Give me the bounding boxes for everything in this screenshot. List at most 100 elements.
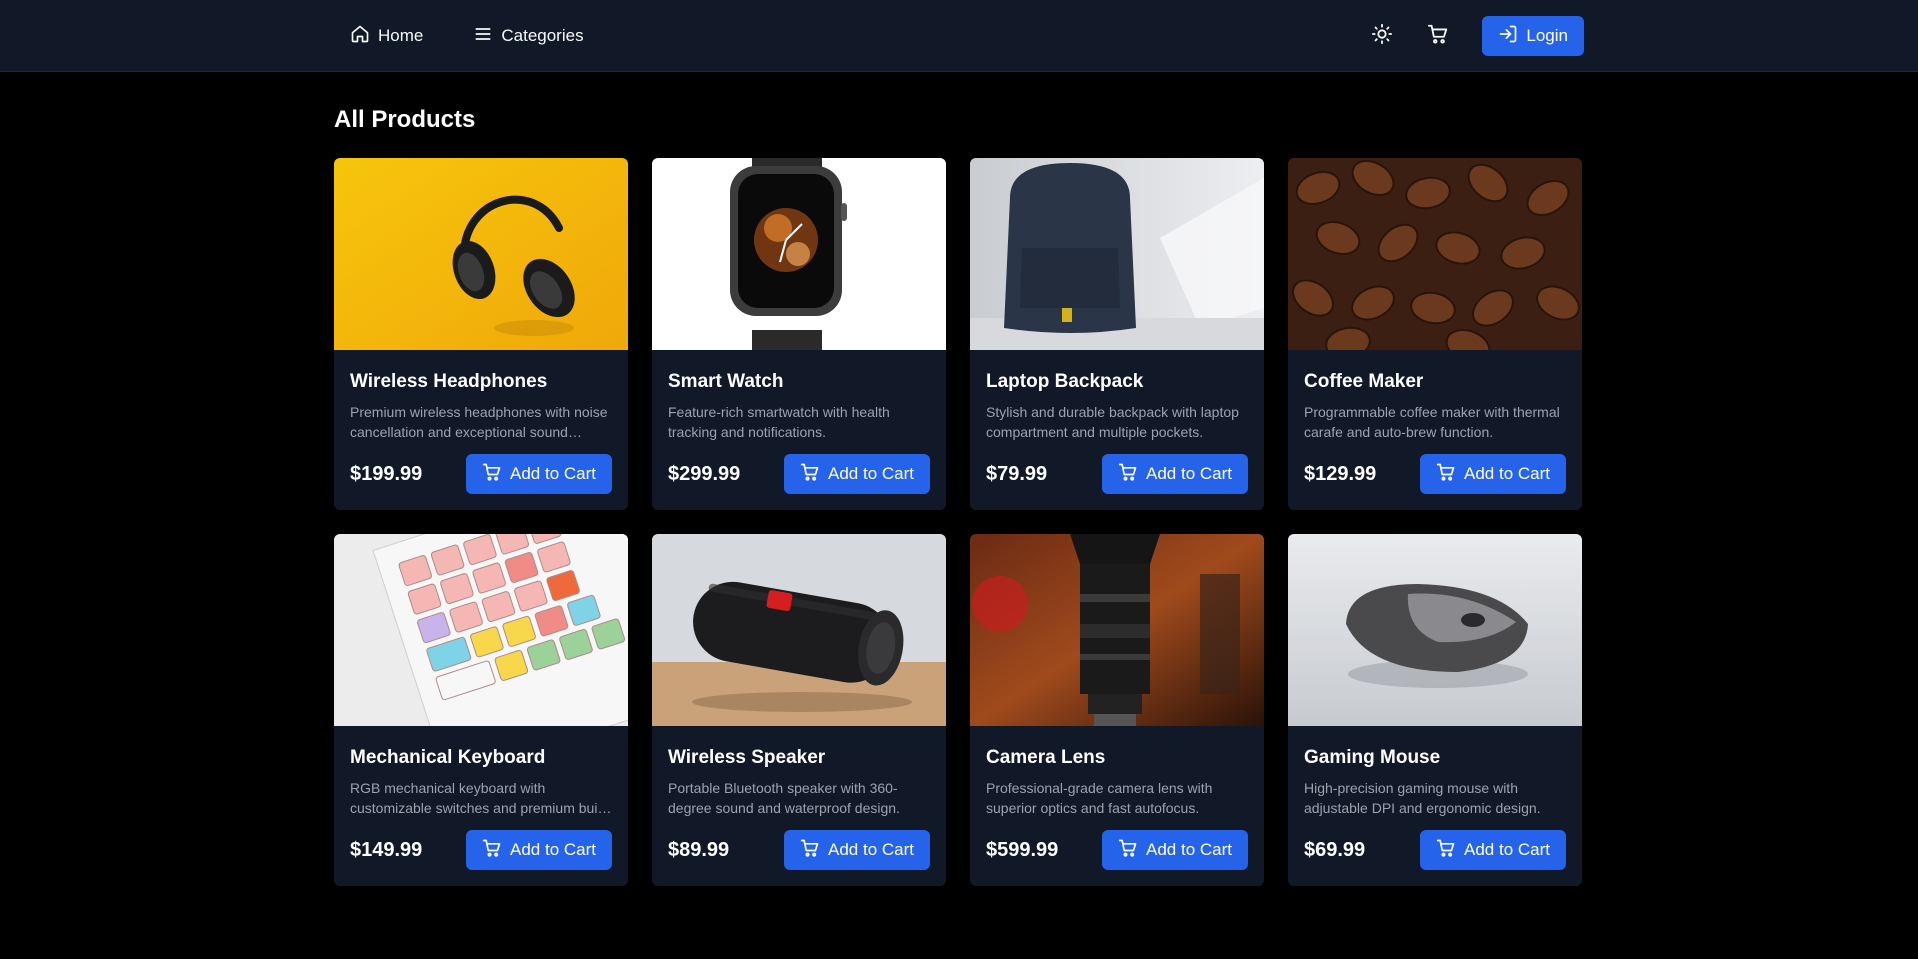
card-body: Laptop Backpack Stylish and durable back… [970,370,1264,442]
product-card[interactable]: Mechanical Keyboard RGB mechanical keybo… [334,534,628,886]
card-footer: $599.99 Add to Cart [986,830,1248,870]
add-to-cart-label: Add to Cart [510,840,596,859]
login-label: Login [1526,26,1568,45]
product-name: Mechanical Keyboard [350,747,546,768]
product-description: Portable Bluetooth speaker with 360-degr… [668,780,900,816]
login-button[interactable]: Login [1482,16,1584,56]
product-name: Camera Lens [986,747,1106,768]
product-card[interactable]: Coffee Maker Programmable coffee maker w… [1288,158,1582,510]
top-navbar: Home Categories Login [0,0,1918,72]
add-to-cart-button[interactable]: Add to Cart [1420,830,1566,870]
product-description: Premium wireless headphones with noise c… [350,404,608,440]
product-card[interactable]: Gaming Mouse High-precision gaming mouse… [1288,534,1582,886]
login-icon [1498,24,1518,49]
product-image-headphones[interactable] [334,158,628,350]
add-to-cart-button[interactable]: Add to Cart [784,830,930,870]
nav-right-group: Login [1362,16,1584,56]
product-card[interactable]: Laptop Backpack Stylish and durable back… [970,158,1264,510]
product-name: Coffee Maker [1304,371,1424,392]
navbar-inner: Home Categories Login [334,0,1584,72]
product-card[interactable]: Wireless Speaker Portable Bluetooth spea… [652,534,946,886]
cart-icon [1118,838,1138,863]
add-to-cart-button[interactable]: Add to Cart [1102,830,1248,870]
product-image-coffee[interactable] [1288,158,1582,350]
product-grid: Wireless Headphones Premium wireless hea… [334,158,1584,886]
sun-icon [1371,23,1393,50]
product-price: $149.99 [350,838,423,861]
product-price: $79.99 [986,462,1048,485]
nav-home-label: Home [378,26,424,45]
main-content: All Products Wireless Headphones Premium… [334,104,1584,886]
nav-categories-label: Categories [501,26,584,45]
card-body: Coffee Maker Programmable coffee maker w… [1288,370,1582,442]
product-image-lens[interactable] [970,534,1264,726]
product-name: Gaming Mouse [1304,747,1441,768]
cart-icon [800,838,820,863]
add-to-cart-button[interactable]: Add to Cart [784,454,930,494]
card-footer: $79.99 Add to Cart [986,454,1248,494]
add-to-cart-button[interactable]: Add to Cart [466,454,612,494]
add-to-cart-label: Add to Cart [1464,840,1550,859]
product-description: Stylish and durable backpack with laptop… [986,404,1239,440]
nav-left-group: Home Categories [334,16,600,56]
card-body: Mechanical Keyboard RGB mechanical keybo… [334,746,628,818]
product-name: Wireless Speaker [668,747,826,768]
theme-toggle-button[interactable] [1362,16,1402,56]
page-title: All Products [334,106,476,133]
product-price: $69.99 [1304,838,1366,861]
product-description: Professional-grade camera lens with supe… [986,780,1213,816]
add-to-cart-label: Add to Cart [1464,464,1550,483]
product-name: Laptop Backpack [986,371,1144,392]
add-to-cart-label: Add to Cart [828,840,914,859]
menu-icon [473,24,493,49]
cart-icon [482,838,502,863]
nav-categories-link[interactable]: Categories [457,16,599,56]
add-to-cart-button[interactable]: Add to Cart [1420,454,1566,494]
add-to-cart-label: Add to Cart [1146,840,1232,859]
product-card[interactable]: Smart Watch Feature-rich smartwatch with… [652,158,946,510]
add-to-cart-label: Add to Cart [1146,464,1232,483]
add-to-cart-button[interactable]: Add to Cart [1102,454,1248,494]
card-footer: $149.99 Add to Cart [350,830,612,870]
card-footer: $69.99 Add to Cart [1304,830,1566,870]
product-image-keyboard[interactable] [334,534,628,726]
cart-button[interactable] [1418,16,1458,56]
product-price: $199.99 [350,462,423,485]
card-body: Gaming Mouse High-precision gaming mouse… [1288,746,1582,818]
product-price: $299.99 [668,462,741,485]
product-image-backpack[interactable] [970,158,1264,350]
cart-icon [1436,462,1456,487]
product-card[interactable]: Camera Lens Professional-grade camera le… [970,534,1264,886]
card-body: Wireless Speaker Portable Bluetooth spea… [652,746,946,818]
product-description: Feature-rich smartwatch with health trac… [668,404,890,440]
cart-icon [1436,838,1456,863]
add-to-cart-button[interactable]: Add to Cart [466,830,612,870]
product-image-speaker[interactable] [652,534,946,726]
product-image-watch[interactable] [652,158,946,350]
product-description: High-precision gaming mouse with adjusta… [1304,780,1541,816]
cart-icon [1118,462,1138,487]
product-description: RGB mechanical keyboard with customizabl… [350,780,609,816]
card-footer: $129.99 Add to Cart [1304,454,1566,494]
product-name: Smart Watch [668,371,784,392]
cart-icon [482,462,502,487]
add-to-cart-label: Add to Cart [510,464,596,483]
cart-icon [1427,23,1449,50]
card-body: Camera Lens Professional-grade camera le… [970,746,1264,818]
product-price: $129.99 [1304,462,1377,485]
product-image-mouse[interactable] [1288,534,1582,726]
cart-icon [800,462,820,487]
home-icon [350,24,370,49]
product-price: $599.99 [986,838,1059,861]
product-price: $89.99 [668,838,730,861]
nav-home-link[interactable]: Home [334,16,439,56]
product-name: Wireless Headphones [350,371,548,392]
card-body: Wireless Headphones Premium wireless hea… [334,370,628,442]
card-footer: $89.99 Add to Cart [668,830,930,870]
card-body: Smart Watch Feature-rich smartwatch with… [652,370,946,442]
product-description: Programmable coffee maker with thermal c… [1304,404,1560,440]
card-footer: $299.99 Add to Cart [668,454,930,494]
card-footer: $199.99 Add to Cart [350,454,612,494]
add-to-cart-label: Add to Cart [828,464,914,483]
product-card[interactable]: Wireless Headphones Premium wireless hea… [334,158,628,510]
